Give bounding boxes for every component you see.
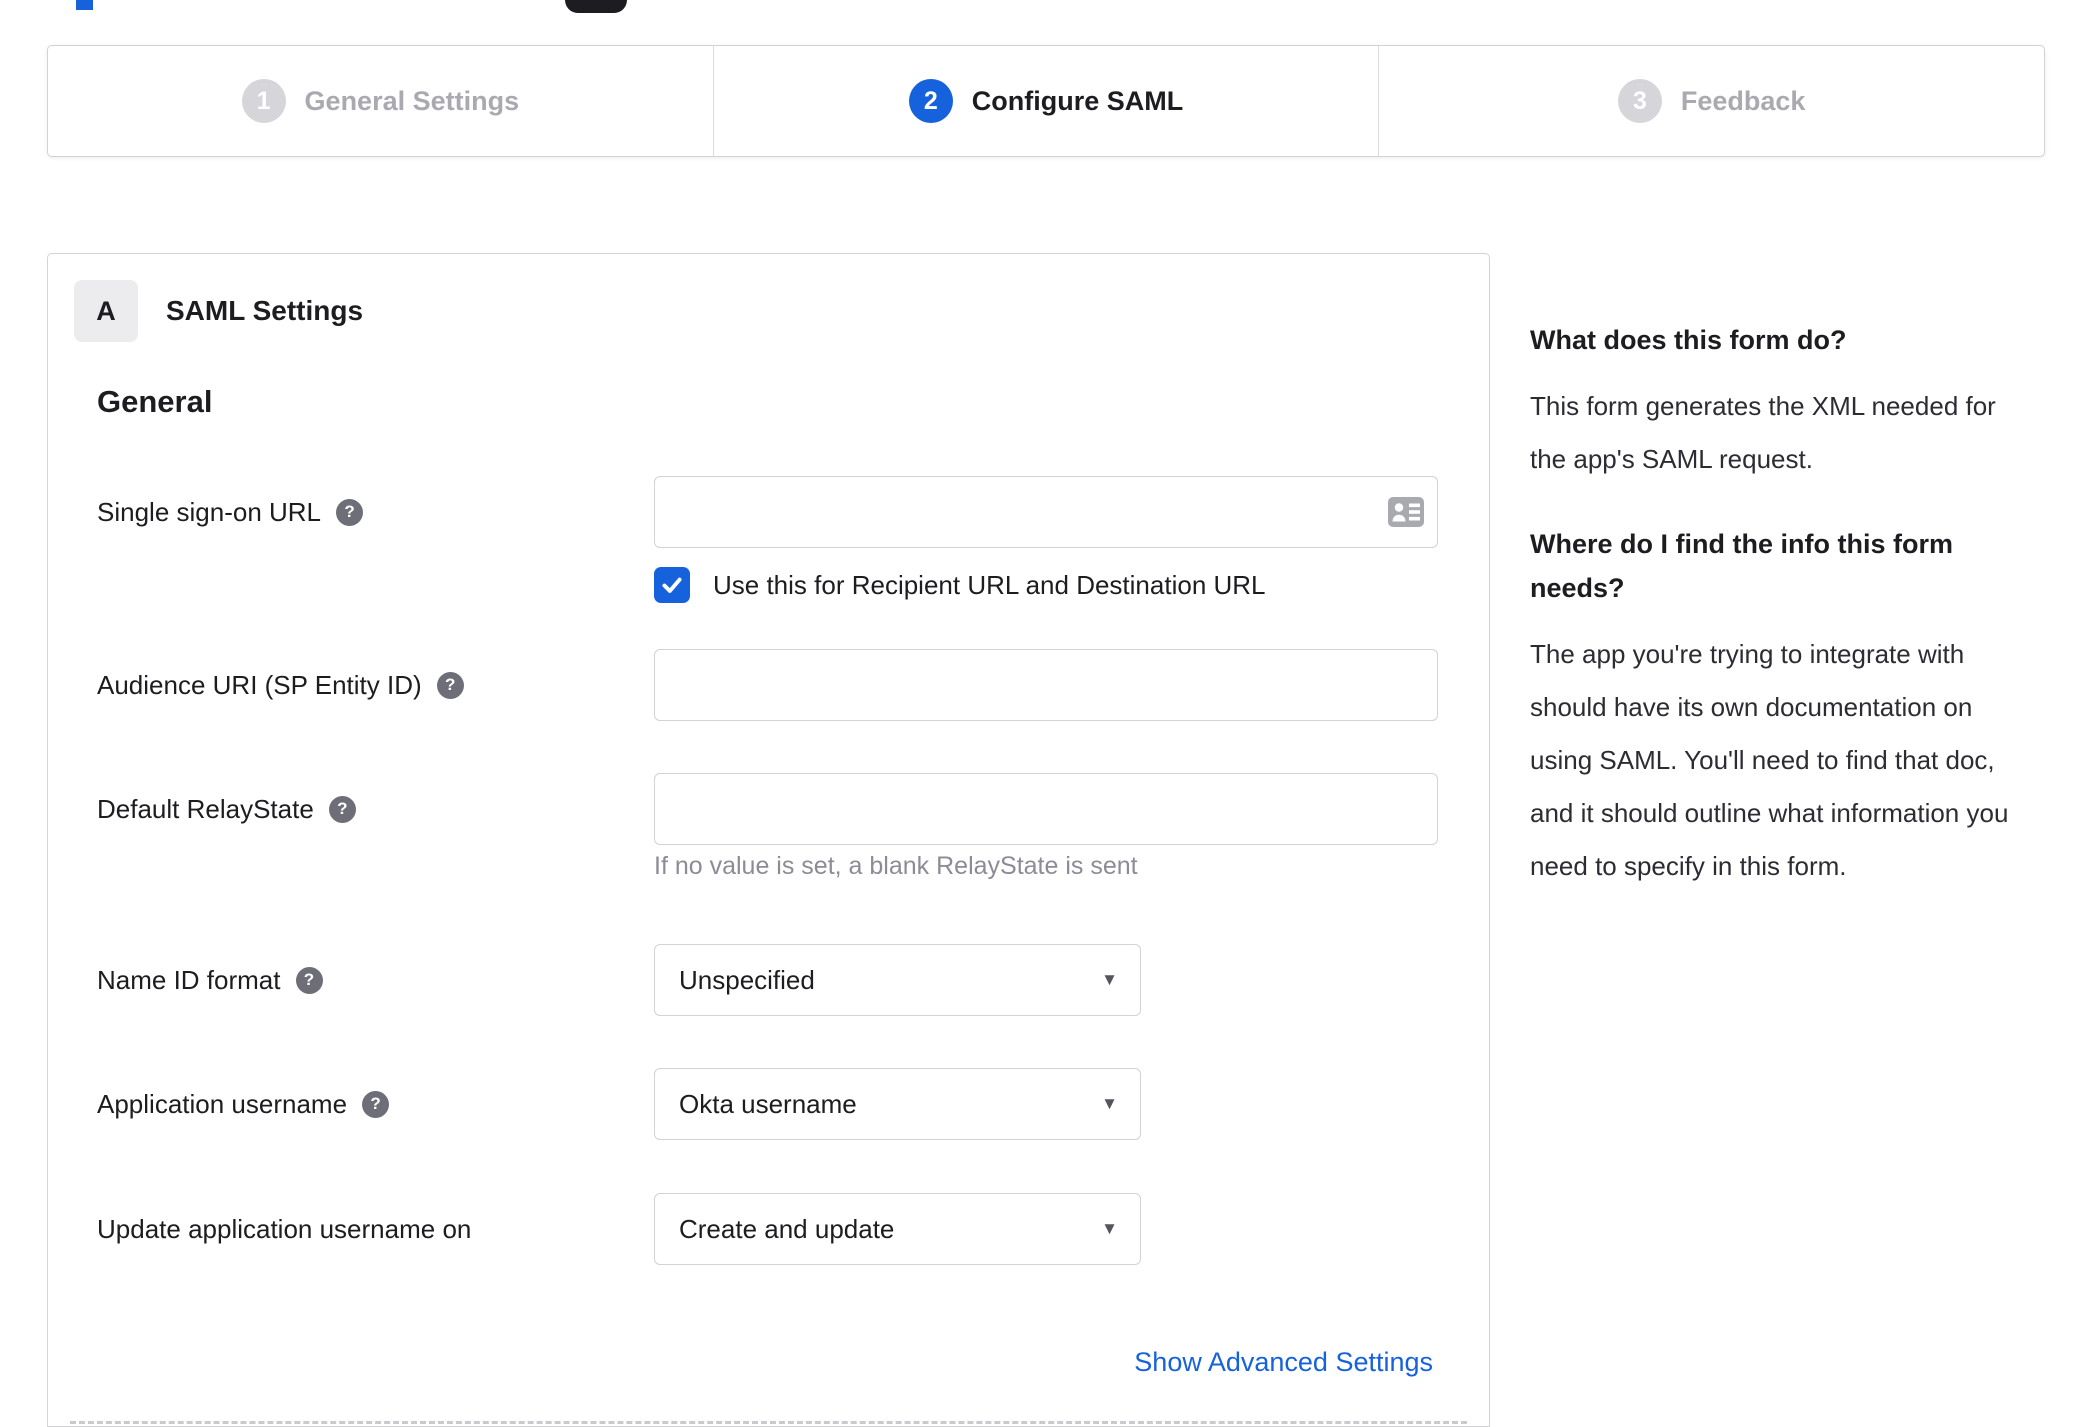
sso-url-label: Single sign-on URL	[97, 496, 322, 527]
step-3-label: Feedback	[1680, 85, 1806, 116]
wizard-stepper: 1 General Settings 2 Configure SAML 3 Fe…	[47, 45, 2045, 157]
step-2-label: Configure SAML	[971, 85, 1184, 116]
audience-uri-label-row: Audience URI (SP Entity ID) ?	[97, 649, 464, 721]
cutoff-dark-fragment	[565, 0, 627, 13]
dashed-divider	[70, 1421, 1467, 1424]
step-general-settings[interactable]: 1 General Settings	[48, 46, 714, 156]
show-advanced-settings-link[interactable]: Show Advanced Settings	[1134, 1347, 1433, 1378]
name-id-format-help-icon[interactable]: ?	[295, 966, 323, 994]
general-group-heading: General	[97, 384, 213, 419]
step-3-circle: 3	[1617, 79, 1662, 123]
sidebar-heading-where: Where do I find the info this form needs…	[1530, 529, 1953, 603]
sso-url-label-row: Single sign-on URL ?	[97, 476, 364, 548]
step-feedback[interactable]: 3 Feedback	[1379, 46, 2044, 156]
app-username-help-icon[interactable]: ?	[362, 1090, 390, 1118]
cutoff-blue-logo-fragment	[76, 0, 93, 10]
help-sidebar: What does this form do? This form genera…	[1530, 318, 2035, 929]
contact-card-icon[interactable]	[1388, 497, 1424, 527]
recipient-url-checkbox[interactable]	[654, 567, 690, 603]
name-id-format-label-row: Name ID format ?	[97, 944, 323, 1016]
update-username-value: Create and update	[679, 1213, 895, 1244]
step-1-circle: 1	[241, 79, 286, 123]
app-username-label-row: Application username ?	[97, 1068, 390, 1140]
sso-url-help-icon[interactable]: ?	[336, 498, 364, 526]
sidebar-heading-what: What does this form do?	[1530, 325, 1847, 355]
audience-uri-input[interactable]	[654, 649, 1438, 721]
sidebar-body-what: This form generates the XML needed for t…	[1530, 391, 1996, 474]
update-username-label: Update application username on	[97, 1213, 472, 1244]
name-id-format-value: Unspecified	[679, 964, 815, 995]
relay-state-input[interactable]	[654, 773, 1438, 845]
recipient-url-checkbox-label: Use this for Recipient URL and Destinati…	[713, 569, 1266, 600]
chevron-down-icon: ▼	[1101, 1094, 1118, 1113]
relay-state-label: Default RelayState	[97, 793, 314, 824]
audience-uri-help-icon[interactable]: ?	[436, 671, 464, 699]
saml-settings-panel: A SAML Settings General Single sign-on U…	[47, 253, 1490, 1427]
app-username-label: Application username	[97, 1088, 348, 1119]
chevron-down-icon: ▼	[1101, 970, 1118, 989]
chevron-down-icon: ▼	[1101, 1219, 1118, 1238]
step-configure-saml[interactable]: 2 Configure SAML	[714, 46, 1380, 156]
name-id-format-label: Name ID format	[97, 964, 281, 995]
sso-url-input[interactable]	[654, 476, 1438, 548]
sidebar-body-where: The app you're trying to integrate with …	[1530, 639, 2009, 881]
step-1-label: General Settings	[304, 85, 520, 116]
panel-title: SAML Settings	[166, 295, 364, 326]
relay-state-hint: If no value is set, a blank RelayState i…	[654, 852, 1138, 880]
update-username-select[interactable]: Create and update ▼	[654, 1193, 1141, 1265]
app-username-select[interactable]: Okta username ▼	[654, 1068, 1141, 1140]
step-2-circle: 2	[908, 79, 953, 123]
audience-uri-label: Audience URI (SP Entity ID)	[97, 669, 422, 700]
app-username-value: Okta username	[679, 1088, 857, 1119]
relay-state-label-row: Default RelayState ?	[97, 773, 356, 845]
section-badge-a: A	[74, 280, 138, 342]
update-username-label-row: Update application username on	[97, 1193, 471, 1265]
relay-state-help-icon[interactable]: ?	[328, 795, 356, 823]
recipient-url-checkbox-row: Use this for Recipient URL and Destinati…	[654, 567, 1266, 603]
name-id-format-select[interactable]: Unspecified ▼	[654, 944, 1141, 1016]
